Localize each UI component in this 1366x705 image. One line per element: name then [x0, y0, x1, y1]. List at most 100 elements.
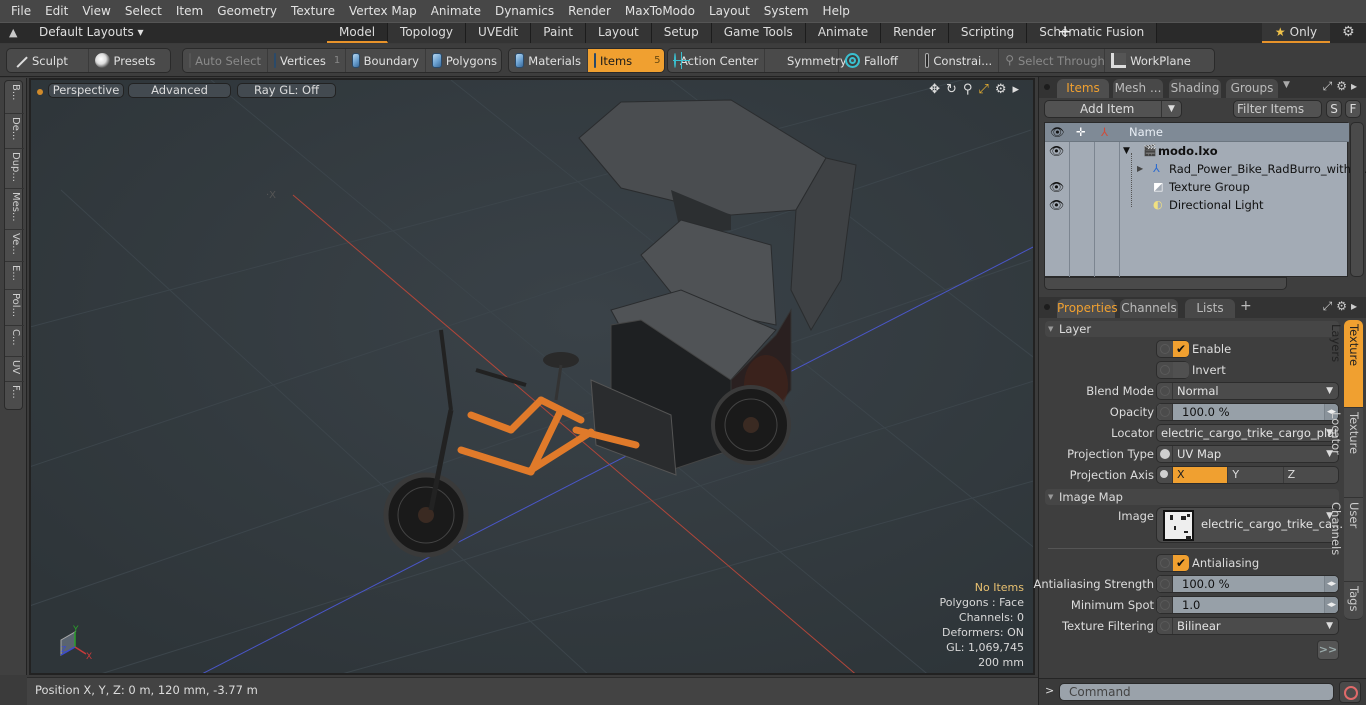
- default-layouts-dropdown[interactable]: Default Layouts ▾: [39, 25, 144, 39]
- expand-arrow-icon[interactable]: ▼: [1123, 142, 1130, 160]
- menu-render[interactable]: Render: [561, 0, 618, 22]
- tab-render[interactable]: Render: [881, 23, 949, 43]
- tool-tab-basic[interactable]: B...: [5, 81, 24, 114]
- menu-edit[interactable]: Edit: [38, 0, 75, 22]
- tree-row-scene[interactable]: 👁 ▼ 🎬 modo.lxo: [1045, 142, 1349, 160]
- polygons-button[interactable]: Polygons: [426, 49, 501, 72]
- tab-animate[interactable]: Animate: [805, 23, 882, 43]
- gear-icon[interactable]: ⚙: [1342, 24, 1355, 40]
- tool-tab-mesh-edit[interactable]: Mes...: [5, 189, 24, 230]
- tab-model[interactable]: Model: [327, 23, 389, 43]
- more-options-button[interactable]: >>: [1317, 640, 1339, 660]
- antialiasing-checkbox[interactable]: ✔: [1156, 554, 1189, 572]
- command-input[interactable]: Command: [1059, 683, 1334, 701]
- tool-tab-uv[interactable]: UV: [5, 357, 24, 382]
- tab-paint[interactable]: Paint: [531, 23, 586, 43]
- tab-items[interactable]: Items: [1057, 79, 1109, 98]
- menu-select[interactable]: Select: [118, 0, 169, 22]
- boundary-button[interactable]: Boundary: [346, 49, 426, 72]
- locator-dropdown[interactable]: electric_cargo_trike_cargo_plat...▼: [1156, 424, 1339, 442]
- layer-section-header[interactable]: Layer: [1045, 321, 1339, 337]
- tree-row-mesh-locator[interactable]: ▶ ⅄ Rad_Power_Bike_RadBurro_with_...: [1045, 160, 1366, 178]
- select-through-button[interactable]: ⚲ Select Through: [999, 49, 1106, 72]
- menu-texture[interactable]: Texture: [284, 0, 342, 22]
- tool-tab-curve[interactable]: C...: [5, 326, 24, 357]
- constraints-button[interactable]: Constrai...: [919, 49, 1000, 72]
- aa-strength-slider[interactable]: 100.0 % ◂▸: [1156, 575, 1339, 593]
- action-center-button[interactable]: Action Center: [668, 49, 765, 72]
- viewport-menu-arrow-icon[interactable]: ▸: [1012, 82, 1019, 97]
- raygl-button[interactable]: Ray GL: Off: [237, 83, 336, 98]
- axis-y-option[interactable]: Y: [1228, 467, 1284, 483]
- tab-groups[interactable]: Groups: [1226, 79, 1278, 98]
- visibility-eye-icon[interactable]: 👁: [1049, 178, 1064, 196]
- tree-row-directional-light[interactable]: 👁 ◐ Directional Light: [1045, 196, 1349, 214]
- tool-tab-duplicate[interactable]: Dup...: [5, 149, 24, 189]
- image-map-section-header[interactable]: Image Map: [1045, 489, 1339, 505]
- tree-vertical-scrollbar[interactable]: [1350, 122, 1364, 277]
- tab-mesh[interactable]: Mesh ...: [1113, 79, 1163, 98]
- menu-view[interactable]: View: [75, 0, 117, 22]
- 3d-viewport[interactable]: ·X Y X Z Perspective Advanced Ray GL: Of…: [29, 78, 1035, 675]
- only-favorites-button[interactable]: ★ Only: [1262, 23, 1330, 43]
- side-tab-texture-locator[interactable]: Texture Locator: [1329, 408, 1363, 498]
- name-column-header[interactable]: Name: [1129, 125, 1163, 139]
- f-button[interactable]: F: [1345, 100, 1361, 118]
- visibility-eye-icon[interactable]: 👁: [1049, 142, 1064, 160]
- opacity-slider[interactable]: 100.0 %◂▸: [1156, 403, 1339, 421]
- maximize-icon[interactable]: ⤢: [978, 82, 988, 97]
- texture-filtering-dropdown[interactable]: Bilinear ▼: [1156, 617, 1339, 635]
- slider-arrows-icon[interactable]: ◂▸: [1324, 576, 1338, 592]
- add-layout-tab-button[interactable]: +: [1058, 23, 1072, 42]
- panel-controls-icons[interactable]: ⤢⚙▸: [1323, 79, 1361, 94]
- visibility-column-icon[interactable]: 👁: [1050, 125, 1065, 139]
- tab-scripting[interactable]: Scripting: [948, 23, 1028, 43]
- tool-tab-fusion[interactable]: F...: [5, 382, 24, 410]
- add-item-button[interactable]: Add Item ▼: [1044, 100, 1182, 118]
- zoom-icon[interactable]: ⚲: [963, 82, 973, 97]
- rotate-icon[interactable]: ↻: [946, 82, 957, 97]
- tab-uvedit[interactable]: UVEdit: [466, 23, 532, 43]
- panel-options-dot[interactable]: [1044, 84, 1050, 90]
- menu-dynamics[interactable]: Dynamics: [488, 0, 561, 22]
- add-item-dropdown-icon[interactable]: ▼: [1161, 101, 1181, 117]
- viewport-options-dot[interactable]: [37, 89, 43, 95]
- expand-arrow-icon[interactable]: ▶: [1137, 160, 1143, 178]
- more-tabs-dropdown-icon[interactable]: ▼: [1283, 80, 1290, 90]
- s-button[interactable]: S: [1326, 100, 1342, 118]
- tab-shading[interactable]: Shading: [1169, 79, 1221, 98]
- visibility-eye-icon[interactable]: 👁: [1049, 196, 1064, 214]
- pan-icon[interactable]: ✥: [929, 82, 940, 97]
- tab-game-tools[interactable]: Game Tools: [711, 23, 806, 43]
- menu-file[interactable]: File: [4, 0, 38, 22]
- menu-layout[interactable]: Layout: [702, 0, 757, 22]
- collapse-arrow-icon[interactable]: ▲: [9, 26, 21, 40]
- enable-checkbox[interactable]: ✔: [1156, 340, 1189, 358]
- tool-tab-edge[interactable]: E...: [5, 262, 24, 290]
- menu-vertex-map[interactable]: Vertex Map: [342, 0, 424, 22]
- vertices-button[interactable]: Vertices 1: [268, 49, 346, 72]
- items-button[interactable]: Items 5: [588, 49, 664, 72]
- tab-setup[interactable]: Setup: [651, 23, 712, 43]
- axis-x-option[interactable]: X: [1173, 467, 1229, 483]
- auto-select-button[interactable]: Auto Select: [183, 49, 268, 72]
- slider-arrows-icon[interactable]: ◂▸: [1324, 597, 1338, 613]
- menu-system[interactable]: System: [757, 0, 816, 22]
- filter-items-input[interactable]: Filter Items: [1233, 100, 1322, 118]
- tab-layout[interactable]: Layout: [585, 23, 652, 43]
- side-tab-tags[interactable]: Tags: [1344, 582, 1363, 620]
- menu-animate[interactable]: Animate: [424, 0, 488, 22]
- tab-schematic-fusion[interactable]: Schematic Fusion: [1027, 23, 1158, 43]
- view-mode-button[interactable]: Perspective: [48, 83, 124, 98]
- viewport-gear-icon[interactable]: ⚙: [995, 82, 1007, 97]
- tree-horizontal-scrollbar[interactable]: [1044, 277, 1287, 290]
- tool-tab-polygon[interactable]: Pol...: [5, 290, 24, 326]
- workplane-button[interactable]: WorkPlane: [1105, 49, 1214, 72]
- menu-item[interactable]: Item: [169, 0, 210, 22]
- side-tab-texture-layers[interactable]: Texture Layers: [1329, 320, 1363, 408]
- type-column-icon[interactable]: ⅄: [1101, 125, 1108, 139]
- presets-button[interactable]: Presets: [89, 49, 171, 72]
- sculpt-button[interactable]: Sculpt: [7, 49, 89, 72]
- shading-mode-button[interactable]: Advanced: [128, 83, 231, 98]
- side-tab-user-channels[interactable]: User Channels: [1329, 498, 1363, 582]
